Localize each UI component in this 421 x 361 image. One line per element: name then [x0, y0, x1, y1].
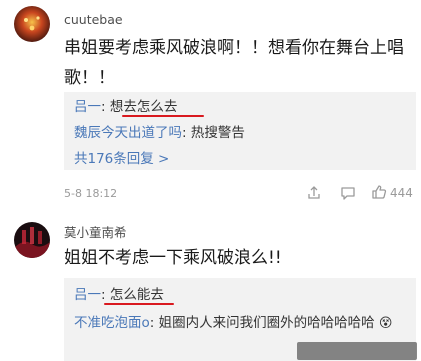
reply-author[interactable]: 吕一	[74, 99, 101, 115]
comment-text: 串姐要考虑乘风破浪啊！！想看你在舞台上唱歌！！	[64, 38, 404, 88]
avatar-image	[14, 222, 50, 258]
reply-author[interactable]: 魏辰今天出道了吗	[74, 125, 182, 141]
reply-item[interactable]: 吕一: 怎么能去	[74, 283, 164, 303]
comment-username[interactable]: cuutebae	[64, 12, 123, 27]
reply-text: 姐圈内人来问我们圈外的哈哈哈哈哈	[158, 315, 375, 331]
avatar[interactable]	[14, 222, 50, 258]
reply-author[interactable]: 不准吃泡面o	[74, 315, 150, 331]
reply-box[interactable]: 吕一: 想去怎么去 魏辰今天出道了吗: 热搜警告 共176条回复 >	[64, 92, 416, 170]
reply-item[interactable]: 不准吃泡面o: 姐圈内人来问我们圈外的哈哈哈哈哈 😵	[74, 311, 404, 336]
comment-username[interactable]: 莫小童南希	[64, 222, 127, 241]
avatar[interactable]	[14, 6, 50, 42]
reply-text: 热搜警告	[190, 125, 245, 141]
reply-separator: :	[101, 287, 110, 303]
comment-text: 姐姐不考虑一下乘风破浪么!!	[64, 248, 282, 268]
reply-separator: :	[149, 315, 159, 331]
watermark	[297, 342, 417, 360]
like-count: 444	[390, 186, 413, 200]
avatar-image	[14, 6, 50, 42]
reply-author[interactable]: 吕一	[74, 287, 101, 303]
red-underline	[122, 115, 204, 117]
reply-separator: :	[182, 125, 191, 141]
comment-timestamp: 5-8 18:12	[64, 187, 118, 200]
comment-item: cuutebae 串姐要考虑乘风破浪啊！！想看你在舞台上唱歌！！ 吕一: 想去怎…	[0, 0, 421, 210]
dizzy-emoji-icon: 😵	[378, 316, 393, 331]
share-icon[interactable]	[306, 185, 322, 204]
reply-text: 怎么能去	[109, 287, 164, 303]
like-icon[interactable]	[371, 184, 387, 203]
more-replies-link[interactable]: 共176条回复 >	[74, 147, 169, 167]
reply-item[interactable]: 魏辰今天出道了吗: 热搜警告	[74, 121, 245, 141]
reply-item[interactable]: 吕一: 想去怎么去	[74, 95, 177, 115]
comment-item: 莫小童南希 姐姐不考虑一下乘风破浪么!! 吕一: 怎么能去 不准吃泡面o: 姐圈…	[0, 210, 421, 361]
reply-separator: :	[101, 99, 110, 115]
reply-text: 想去怎么去	[109, 99, 178, 115]
comment-icon[interactable]	[340, 185, 356, 204]
red-underline	[104, 303, 174, 305]
